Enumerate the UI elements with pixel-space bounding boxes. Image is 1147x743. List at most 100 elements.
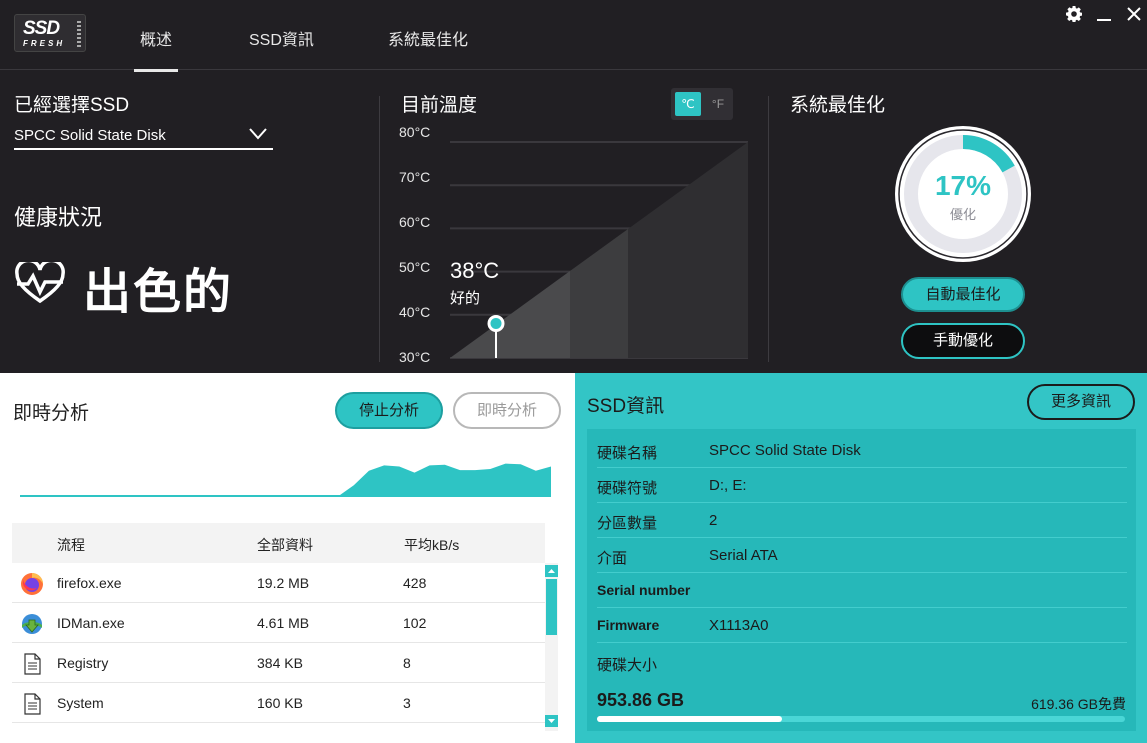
disk-usage-fill xyxy=(597,716,782,722)
health-label: 健康狀況 xyxy=(14,205,103,230)
divider xyxy=(379,96,380,362)
table-row[interactable]: firefox.exe 19.2 MB 428 xyxy=(12,563,545,603)
info-key: 介面 xyxy=(597,550,628,567)
selected-ssd-label: 已經選擇SSD xyxy=(14,95,130,116)
logo-text-bottom: FRESH xyxy=(23,39,66,48)
info-row: 分區數量 2 xyxy=(597,503,1127,538)
celsius-button[interactable]: ℃ xyxy=(675,92,701,116)
temp-tick: 40°C xyxy=(399,304,431,320)
table-row[interactable]: Registry 384 KB 8 xyxy=(12,643,545,683)
temperature-marker xyxy=(487,314,505,332)
temperature-status: 好的 xyxy=(450,290,481,307)
info-value: D:, E: xyxy=(709,477,747,494)
info-key: 硬碟名稱 xyxy=(597,445,658,462)
stop-analysis-button[interactable]: 停止分析 xyxy=(335,392,443,429)
process-average: 8 xyxy=(403,655,411,671)
info-key: 分區數量 xyxy=(597,515,658,532)
process-total: 19.2 MB xyxy=(257,575,310,591)
process-name: firefox.exe xyxy=(57,575,122,591)
temp-tick: 30°C xyxy=(399,349,431,365)
idman-icon xyxy=(22,614,42,634)
disk-size-total: 953.86 GB xyxy=(597,690,685,710)
process-average: 428 xyxy=(403,575,427,591)
temperature-chart xyxy=(450,141,748,359)
tab-system-optimization[interactable]: 系統最佳化 xyxy=(388,26,468,50)
column-header-total: 全部資料 xyxy=(257,537,313,553)
table-row[interactable]: IDMan.exe 4.61 MB 102 xyxy=(12,603,545,643)
activity-chart xyxy=(20,463,551,497)
process-name: IDMan.exe xyxy=(57,615,125,631)
tab-overview[interactable]: 概述 xyxy=(133,26,179,72)
info-key: 硬碟符號 xyxy=(597,480,658,497)
temperature-title: 目前溫度 xyxy=(401,95,478,116)
app-logo: SSD FRESH xyxy=(14,14,86,52)
gear-icon[interactable] xyxy=(1064,6,1084,26)
optimization-title: 系統最佳化 xyxy=(790,95,886,116)
document-icon xyxy=(24,653,41,675)
title-bar: SSD FRESH 概述 SSD資訊 系統最佳化 xyxy=(0,0,1147,72)
document-icon xyxy=(24,693,41,715)
optimization-percent: 17% xyxy=(934,170,992,201)
divider xyxy=(768,96,769,362)
process-total: 160 KB xyxy=(257,695,303,711)
temp-tick: 60°C xyxy=(399,214,431,230)
disk-size-label: 硬碟大小 xyxy=(597,657,658,674)
process-name: Registry xyxy=(57,655,109,671)
tab-ssd-info[interactable]: SSD資訊 xyxy=(249,26,314,50)
info-value: Serial ATA xyxy=(709,547,778,564)
process-average: 3 xyxy=(403,695,411,711)
temperature-band xyxy=(570,228,628,358)
process-name: System xyxy=(57,695,104,711)
manual-optimize-button[interactable]: 手動優化 xyxy=(901,323,1025,359)
column-header-average: 平均kB/s xyxy=(404,537,460,553)
info-row: 硬碟名稱 SPCC Solid State Disk xyxy=(597,433,1127,468)
temp-tick: 80°C xyxy=(399,124,431,140)
table-row[interactable]: System 160 KB 3 xyxy=(12,683,545,723)
info-value: SPCC Solid State Disk xyxy=(709,442,861,459)
firefox-icon xyxy=(21,573,43,595)
temperature-band xyxy=(628,142,748,358)
info-row: Firmware X1113A0 xyxy=(597,608,1127,643)
info-row: Serial number xyxy=(597,573,1127,608)
info-value: 2 xyxy=(709,512,718,529)
info-key: Firmware xyxy=(597,617,660,633)
auto-optimize-button[interactable]: 自動最佳化 xyxy=(901,277,1025,312)
table-header: 流程 全部資料 平均kB/s xyxy=(12,523,545,563)
more-info-button[interactable]: 更多資訊 xyxy=(1027,384,1135,420)
health-status-value: 出色的 xyxy=(83,266,234,319)
info-row: 介面 Serial ATA xyxy=(597,538,1127,573)
disk-usage-bar xyxy=(597,716,1125,722)
info-value: X1113A0 xyxy=(709,617,769,634)
info-key: Serial number xyxy=(597,582,691,598)
temperature-unit-toggle: ℃ °F xyxy=(671,88,733,120)
ssd-info-box: 硬碟名稱 SPCC Solid State Disk 硬碟符號 D:, E: 分… xyxy=(587,429,1136,731)
ssd-info-title: SSD資訊 xyxy=(587,396,665,417)
optimization-label: 優化 xyxy=(949,207,976,222)
ssd-info-panel: SSD資訊 更多資訊 硬碟名稱 SPCC Solid State Disk 硬碟… xyxy=(575,373,1147,743)
scroll-up-arrow-icon[interactable] xyxy=(545,565,558,577)
temp-tick: 70°C xyxy=(399,169,431,185)
ssd-select-value: SPCC Solid State Disk xyxy=(14,127,166,144)
close-icon[interactable] xyxy=(1124,6,1144,26)
disk-size-free: 619.36 GB免費 xyxy=(1031,696,1126,712)
temp-tick: 50°C xyxy=(399,259,431,275)
fahrenheit-button[interactable]: °F xyxy=(705,92,731,116)
process-total: 384 KB xyxy=(257,655,303,671)
realtime-analysis-title: 即時分析 xyxy=(13,403,90,424)
info-row: 硬碟符號 D:, E: xyxy=(597,468,1127,503)
scroll-thumb[interactable] xyxy=(546,579,557,635)
overview-panel: SSD FRESH 概述 SSD資訊 系統最佳化 已經選擇SSD SPCC So… xyxy=(0,0,1147,373)
column-header-process: 流程 xyxy=(57,537,85,553)
process-table: 流程 全部資料 平均kB/s firefox.exe 19.2 MB 428 I… xyxy=(12,523,545,723)
process-total: 4.61 MB xyxy=(257,615,310,631)
ssd-select[interactable]: SPCC Solid State Disk xyxy=(14,120,273,150)
activity-area xyxy=(20,463,551,496)
logo-bars xyxy=(77,21,81,47)
start-analysis-button[interactable]: 即時分析 xyxy=(453,392,561,429)
minimize-icon[interactable] xyxy=(1094,6,1114,26)
current-temperature: 38°C xyxy=(450,258,500,283)
scroll-down-arrow-icon[interactable] xyxy=(545,715,558,727)
process-table-scrollbar[interactable] xyxy=(545,563,558,731)
chevron-down-icon xyxy=(249,128,267,140)
heart-pulse-icon xyxy=(15,262,65,304)
